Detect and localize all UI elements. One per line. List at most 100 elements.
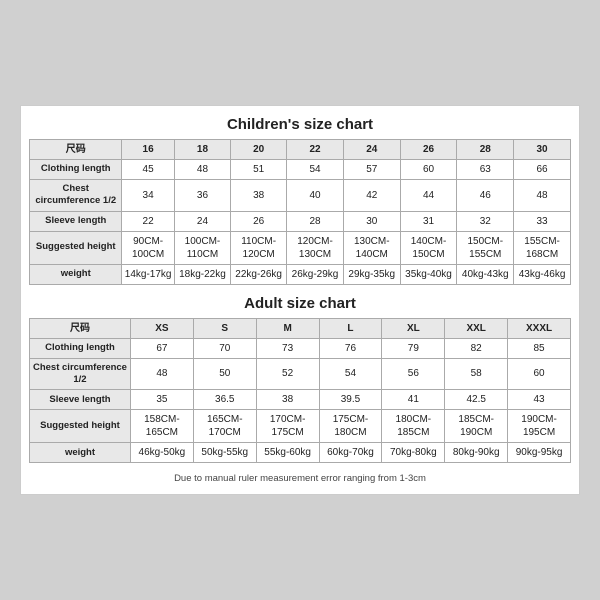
table-row: weight46kg-50kg50kg-55kg55kg-60kg60kg-70… xyxy=(30,443,571,463)
cell-value: 48 xyxy=(130,358,193,390)
cell-value: 31 xyxy=(400,211,457,231)
cell-value: 35 xyxy=(130,390,193,410)
cell-value: 70kg-80kg xyxy=(382,443,445,463)
cell-value: 67 xyxy=(130,338,193,358)
cell-value: 22 xyxy=(122,211,174,231)
cell-value: 140CM-150CM xyxy=(400,231,457,264)
row-label: weight xyxy=(30,443,131,463)
adult-col-header: XL xyxy=(382,318,445,338)
cell-value: 60kg-70kg xyxy=(319,443,382,463)
children-col-header: 20 xyxy=(231,139,287,159)
cell-value: 50kg-55kg xyxy=(193,443,256,463)
table-row: Suggested height90CM-100CM100CM-110CM110… xyxy=(30,231,571,264)
cell-value: 50 xyxy=(193,358,256,390)
table-row: Clothing length67707376798285 xyxy=(30,338,571,358)
cell-value: 51 xyxy=(231,159,287,179)
cell-value: 26kg-29kg xyxy=(287,264,344,284)
row-label: Sleeve length xyxy=(30,390,131,410)
cell-value: 66 xyxy=(514,159,571,179)
cell-value: 130CM-140CM xyxy=(343,231,400,264)
adult-chart-title: Adult size chart xyxy=(29,295,571,312)
adult-col-header: 尺码 xyxy=(30,318,131,338)
cell-value: 73 xyxy=(256,338,319,358)
cell-value: 80kg-90kg xyxy=(445,443,508,463)
cell-value: 38 xyxy=(231,179,287,211)
children-col-header: 18 xyxy=(174,139,230,159)
cell-value: 32 xyxy=(457,211,514,231)
cell-value: 43 xyxy=(508,390,571,410)
cell-value: 82 xyxy=(445,338,508,358)
table-row: Sleeve length2224262830313233 xyxy=(30,211,571,231)
row-label: Suggested height xyxy=(30,231,122,264)
table-row: Sleeve length3536.53839.54142.543 xyxy=(30,390,571,410)
cell-value: 54 xyxy=(287,159,344,179)
cell-value: 48 xyxy=(174,159,230,179)
cell-value: 38 xyxy=(256,390,319,410)
adult-col-header: XXXL xyxy=(508,318,571,338)
children-col-header: 30 xyxy=(514,139,571,159)
cell-value: 180CM-185CM xyxy=(382,410,445,443)
adult-table: 尺码XSSMLXLXXLXXXL Clothing length67707376… xyxy=(29,318,571,464)
cell-value: 60 xyxy=(400,159,457,179)
cell-value: 45 xyxy=(122,159,174,179)
children-col-header: 24 xyxy=(343,139,400,159)
children-col-header: 28 xyxy=(457,139,514,159)
adult-col-header: M xyxy=(256,318,319,338)
cell-value: 85 xyxy=(508,338,571,358)
footer-note: Due to manual ruler measurement error ra… xyxy=(29,473,571,484)
cell-value: 34 xyxy=(122,179,174,211)
cell-value: 90CM-100CM xyxy=(122,231,174,264)
row-label: weight xyxy=(30,264,122,284)
adult-col-header: S xyxy=(193,318,256,338)
cell-value: 18kg-22kg xyxy=(174,264,230,284)
adult-col-header: XXL xyxy=(445,318,508,338)
cell-value: 57 xyxy=(343,159,400,179)
table-row: Chest circumference 1/23436384042444648 xyxy=(30,179,571,211)
children-col-header: 16 xyxy=(122,139,174,159)
row-label: Clothing length xyxy=(30,159,122,179)
cell-value: 90kg-95kg xyxy=(508,443,571,463)
cell-value: 42.5 xyxy=(445,390,508,410)
cell-value: 33 xyxy=(514,211,571,231)
row-label: Chest circumference 1/2 xyxy=(30,358,131,390)
cell-value: 54 xyxy=(319,358,382,390)
cell-value: 110CM-120CM xyxy=(231,231,287,264)
cell-value: 22kg-26kg xyxy=(231,264,287,284)
cell-value: 170CM-175CM xyxy=(256,410,319,443)
children-table: 尺码1618202224262830 Clothing length454851… xyxy=(29,139,571,285)
table-row: Clothing length4548515457606366 xyxy=(30,159,571,179)
cell-value: 120CM-130CM xyxy=(287,231,344,264)
cell-value: 41 xyxy=(382,390,445,410)
cell-value: 175CM-180CM xyxy=(319,410,382,443)
cell-value: 70 xyxy=(193,338,256,358)
cell-value: 40 xyxy=(287,179,344,211)
cell-value: 40kg-43kg xyxy=(457,264,514,284)
cell-value: 52 xyxy=(256,358,319,390)
cell-value: 60 xyxy=(508,358,571,390)
cell-value: 46kg-50kg xyxy=(130,443,193,463)
chart-container: Children's size chart 尺码1618202224262830… xyxy=(20,105,580,495)
cell-value: 24 xyxy=(174,211,230,231)
cell-value: 43kg-46kg xyxy=(514,264,571,284)
cell-value: 55kg-60kg xyxy=(256,443,319,463)
cell-value: 158CM-165CM xyxy=(130,410,193,443)
cell-value: 46 xyxy=(457,179,514,211)
cell-value: 36 xyxy=(174,179,230,211)
children-chart-title: Children's size chart xyxy=(29,116,571,133)
cell-value: 155CM-168CM xyxy=(514,231,571,264)
children-col-header: 22 xyxy=(287,139,344,159)
row-label: Sleeve length xyxy=(30,211,122,231)
row-label: Suggested height xyxy=(30,410,131,443)
cell-value: 165CM-170CM xyxy=(193,410,256,443)
cell-value: 42 xyxy=(343,179,400,211)
cell-value: 185CM-190CM xyxy=(445,410,508,443)
adult-col-header: L xyxy=(319,318,382,338)
cell-value: 48 xyxy=(514,179,571,211)
table-row: Suggested height158CM-165CM165CM-170CM17… xyxy=(30,410,571,443)
children-col-header: 尺码 xyxy=(30,139,122,159)
table-row: weight14kg-17kg18kg-22kg22kg-26kg26kg-29… xyxy=(30,264,571,284)
row-label: Clothing length xyxy=(30,338,131,358)
cell-value: 76 xyxy=(319,338,382,358)
cell-value: 56 xyxy=(382,358,445,390)
cell-value: 29kg-35kg xyxy=(343,264,400,284)
